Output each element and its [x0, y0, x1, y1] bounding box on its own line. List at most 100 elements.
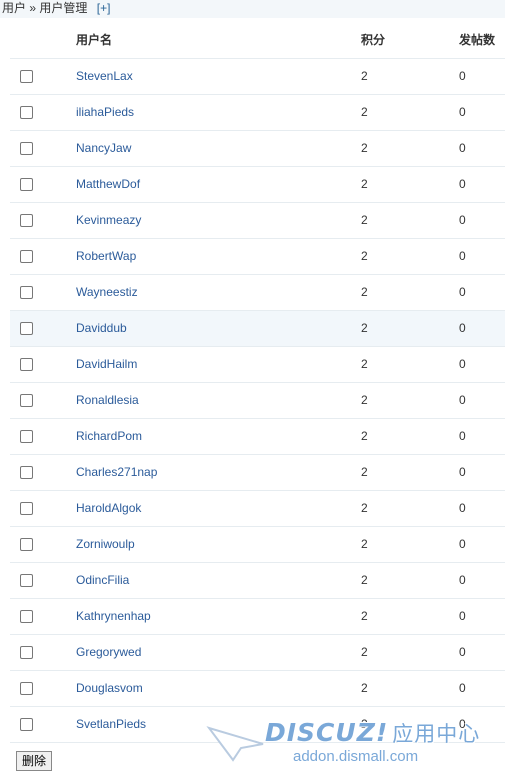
username-link[interactable]: RichardPom	[76, 429, 142, 443]
username-link[interactable]: HaroldAlgok	[76, 501, 141, 515]
table-row: NancyJaw 2 0	[10, 130, 505, 167]
column-header-username: 用户名	[76, 22, 361, 59]
username-link[interactable]: OdincFilia	[76, 573, 129, 587]
row-checkbox[interactable]	[20, 178, 33, 192]
points-cell: 2	[361, 598, 459, 635]
username-link[interactable]: Kevinmeazy	[76, 213, 141, 227]
row-checkbox[interactable]	[20, 286, 33, 300]
row-checkbox[interactable]	[20, 646, 33, 660]
row-checkbox[interactable]	[20, 610, 33, 624]
username-link[interactable]: Gregorywed	[76, 645, 141, 659]
points-cell: 2	[361, 670, 459, 707]
row-checkbox[interactable]	[20, 106, 33, 120]
table-row: MatthewDof 2 0	[10, 166, 505, 203]
row-checkbox[interactable]	[20, 430, 33, 444]
username-link[interactable]: Douglasvom	[76, 681, 143, 695]
username-link[interactable]: MatthewDof	[76, 177, 140, 191]
row-select-cell	[10, 238, 76, 275]
username-link[interactable]: Zorniwoulp	[76, 537, 135, 551]
row-checkbox[interactable]	[20, 142, 33, 156]
table-row: RobertWap 2 0	[10, 238, 505, 275]
username-cell: RobertWap	[76, 238, 361, 275]
row-select-cell	[10, 58, 76, 95]
breadcrumb-root[interactable]: 用户	[2, 1, 26, 15]
row-checkbox[interactable]	[20, 502, 33, 516]
row-checkbox[interactable]	[20, 250, 33, 264]
posts-cell: 0	[459, 634, 505, 671]
table-row: OdincFilia 2 0	[10, 562, 505, 599]
points-cell: 2	[361, 202, 459, 239]
username-link[interactable]: NancyJaw	[76, 141, 131, 155]
row-checkbox[interactable]	[20, 682, 33, 696]
posts-cell: 0	[459, 382, 505, 419]
row-select-cell	[10, 490, 76, 527]
points-cell: 2	[361, 418, 459, 455]
username-link[interactable]: Charles271nap	[76, 465, 157, 479]
row-select-cell	[10, 310, 76, 347]
table-row: HaroldAlgok 2 0	[10, 490, 505, 527]
username-cell: HaroldAlgok	[76, 490, 361, 527]
username-cell: MatthewDof	[76, 166, 361, 203]
row-checkbox[interactable]	[20, 718, 33, 732]
username-link[interactable]: Kathrynenhap	[76, 609, 151, 623]
username-cell: Kathrynenhap	[76, 598, 361, 635]
username-link[interactable]: DavidHailm	[76, 357, 137, 371]
table-row: Douglasvom 2 0	[10, 670, 505, 707]
username-cell: Wayneestiz	[76, 274, 361, 311]
username-link[interactable]: Wayneestiz	[76, 285, 138, 299]
posts-cell: 0	[459, 94, 505, 131]
table-row: Kevinmeazy 2 0	[10, 202, 505, 239]
add-link[interactable]: [+]	[97, 1, 111, 15]
table-row: Zorniwoulp 2 0	[10, 526, 505, 563]
username-link[interactable]: iliahaPieds	[76, 105, 134, 119]
watermark-domain: addon.dismall.com	[293, 748, 419, 765]
username-cell: StevenLax	[76, 58, 361, 95]
points-cell: 2	[361, 238, 459, 275]
row-checkbox[interactable]	[20, 70, 33, 84]
row-checkbox[interactable]	[20, 466, 33, 480]
delete-button[interactable]: 删除	[16, 751, 52, 771]
points-cell: 2	[361, 310, 459, 347]
posts-cell: 0	[459, 130, 505, 167]
points-cell: 2	[361, 274, 459, 311]
row-checkbox[interactable]	[20, 574, 33, 588]
points-cell: 2	[361, 58, 459, 95]
row-checkbox[interactable]	[20, 214, 33, 228]
row-select-cell	[10, 634, 76, 671]
username-cell: Charles271nap	[76, 454, 361, 491]
username-cell: Douglasvom	[76, 670, 361, 707]
row-select-cell	[10, 562, 76, 599]
row-select-cell	[10, 274, 76, 311]
points-cell: 2	[361, 454, 459, 491]
points-cell: 2	[361, 562, 459, 599]
row-select-cell	[10, 166, 76, 203]
username-cell: Daviddub	[76, 310, 361, 347]
username-link[interactable]: SvetlanPieds	[76, 717, 146, 731]
username-link[interactable]: Daviddub	[76, 321, 127, 335]
table-row: Wayneestiz 2 0	[10, 274, 505, 311]
posts-cell: 0	[459, 166, 505, 203]
table-row: iliahaPieds 2 0	[10, 94, 505, 131]
row-select-cell	[10, 526, 76, 563]
posts-cell: 0	[459, 274, 505, 311]
username-cell: SvetlanPieds	[76, 706, 361, 743]
username-cell: Gregorywed	[76, 634, 361, 671]
posts-cell: 0	[459, 490, 505, 527]
posts-cell: 0	[459, 418, 505, 455]
username-cell: Kevinmeazy	[76, 202, 361, 239]
user-table: 用户名 积分 发帖数 StevenLax 2 0 iliahaPieds 2 0 Nancy…	[10, 22, 505, 743]
row-checkbox[interactable]	[20, 394, 33, 408]
row-checkbox[interactable]	[20, 538, 33, 552]
username-cell: NancyJaw	[76, 130, 361, 167]
row-checkbox[interactable]	[20, 322, 33, 336]
username-link[interactable]: Ronaldlesia	[76, 393, 139, 407]
row-select-cell	[10, 454, 76, 491]
username-cell: iliahaPieds	[76, 94, 361, 131]
table-row: Ronaldlesia 2 0	[10, 382, 505, 419]
posts-cell: 0	[459, 238, 505, 275]
username-link[interactable]: RobertWap	[76, 249, 136, 263]
posts-cell: 0	[459, 454, 505, 491]
row-checkbox[interactable]	[20, 358, 33, 372]
posts-cell: 0	[459, 526, 505, 563]
username-link[interactable]: StevenLax	[76, 69, 133, 83]
